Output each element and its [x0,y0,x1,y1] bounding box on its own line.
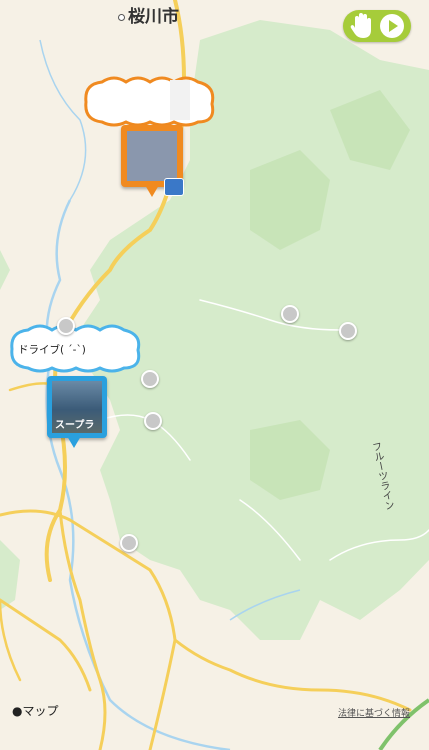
location-marker[interactable] [144,412,162,430]
orange-speech-cloud[interactable] [82,74,218,128]
apple-logo-icon: ● [12,704,23,718]
blue-cloud-text: ドライブ( ´-`) [18,344,86,356]
location-marker[interactable] [57,317,75,335]
legal-link[interactable]: 法律に基づく情報 [338,706,410,719]
pin-photo [127,131,177,181]
pin-photo: スープラ [52,381,102,433]
hand-icon[interactable] [349,12,375,40]
pin-tail [67,436,81,448]
pin-caption: スープラ [55,420,95,431]
blue-photo-pin[interactable]: スープラ [47,376,107,448]
location-marker[interactable] [120,534,138,552]
location-marker[interactable] [281,305,299,323]
location-marker[interactable] [141,370,159,388]
city-marker-icon [118,13,125,21]
maps-attribution: ●マップ [12,704,59,718]
location-marker[interactable] [339,322,357,340]
pin-tail [145,185,159,197]
route-shield-icon [164,178,184,196]
city-label: 桜川市 [118,2,179,27]
play-icon[interactable] [380,14,404,38]
